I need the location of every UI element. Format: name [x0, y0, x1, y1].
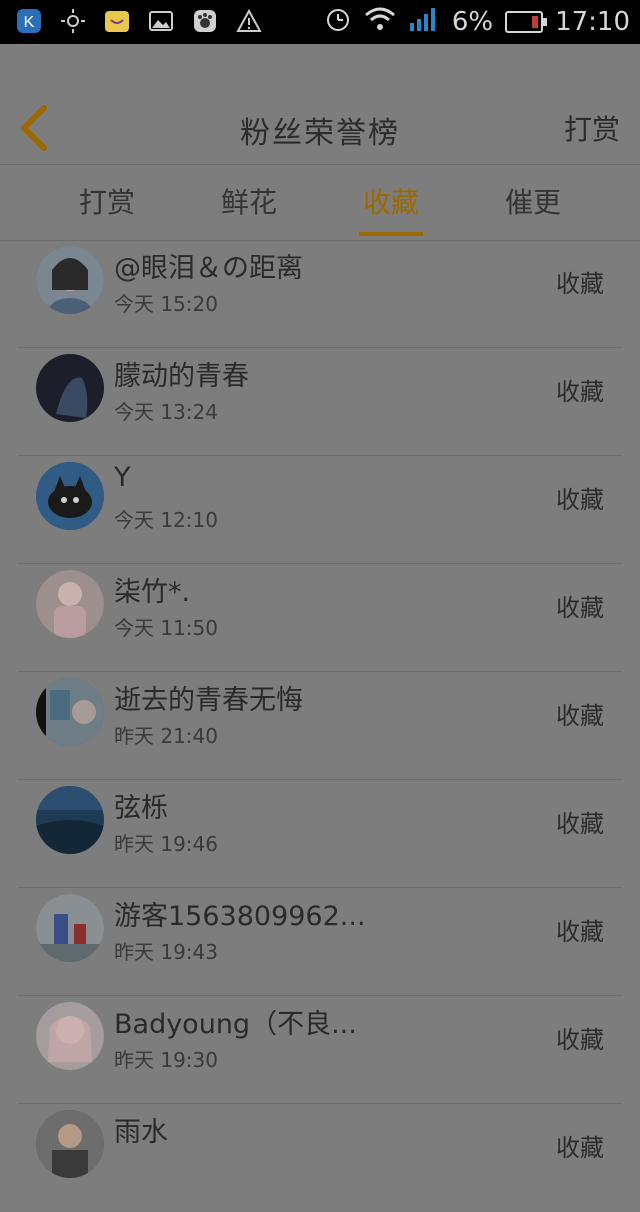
avatar [36, 894, 104, 962]
action-label: 收藏 [556, 1134, 604, 1162]
tab-bar: 打赏 鲜花 收藏 催更 [0, 164, 640, 240]
alarm-icon [324, 5, 352, 40]
list-item[interactable]: 弦栎 昨天 19:46 收藏 [0, 780, 640, 888]
timestamp: 今天 12:10 [114, 508, 218, 532]
tab-label: 打赏 [78, 186, 135, 219]
avatar [36, 354, 104, 422]
reward-button[interactable]: 打赏 [564, 108, 620, 148]
app-store-icon [102, 6, 132, 36]
action-label: 收藏 [556, 702, 604, 730]
tab-urge-update[interactable]: 催更 [501, 164, 565, 240]
list-item[interactable]: 逝去的青春无悔 昨天 21:40 收藏 [0, 672, 640, 780]
user-name: 游客1563809962... [114, 901, 366, 932]
avatar [36, 1002, 104, 1070]
timestamp: 昨天 19:43 [114, 940, 218, 964]
user-name: 弦栎 [114, 793, 168, 824]
fan-list: @眼泪＆の距离 今天 15:20 收藏 朦动的青春 今天 13:24 收藏 Y … [0, 240, 640, 1212]
tab-favorites[interactable]: 收藏 [358, 164, 423, 240]
tab-label: 收藏 [362, 186, 419, 219]
avatar [36, 1110, 104, 1178]
svg-text:K: K [24, 14, 35, 31]
user-name: 雨水 [114, 1117, 168, 1148]
action-label: 收藏 [556, 1026, 604, 1054]
avatar [36, 462, 104, 530]
avatar [36, 570, 104, 638]
timestamp: 今天 15:20 [114, 292, 218, 316]
avatar [36, 678, 104, 746]
user-name: @眼泪＆の距离 [114, 253, 303, 284]
brightness-icon [58, 6, 88, 36]
avatar [36, 246, 104, 314]
tab-flowers[interactable]: 鲜花 [217, 164, 281, 240]
tab-reward[interactable]: 打赏 [75, 164, 139, 240]
wifi-icon [364, 6, 396, 39]
notification-icons: K [14, 6, 264, 36]
action-label: 收藏 [556, 270, 604, 298]
action-label: 收藏 [556, 810, 604, 838]
timestamp: 昨天 19:30 [114, 1048, 218, 1072]
battery-percent: 6% [451, 7, 494, 37]
page-title: 粉丝荣誉榜 [240, 116, 400, 151]
signal-icon [408, 5, 440, 40]
timestamp: 昨天 21:40 [114, 724, 218, 748]
action-label: 收藏 [556, 378, 604, 406]
list-item[interactable]: Badyoung（不良... 昨天 19:30 收藏 [0, 996, 640, 1104]
title-bar: 粉丝荣誉榜 打赏 [0, 44, 640, 164]
status-bar: K 6% 17:10 [0, 0, 640, 44]
user-name: 柒竹*. [114, 577, 191, 608]
timestamp: 今天 13:24 [114, 400, 218, 424]
battery-icon [505, 11, 548, 33]
action-label: 收藏 [556, 918, 604, 946]
user-name: Y [114, 462, 131, 493]
timestamp: 昨天 19:46 [114, 832, 218, 856]
timestamp: 今天 11:50 [114, 616, 218, 640]
list-item[interactable]: @眼泪＆の距离 今天 15:20 收藏 [0, 240, 640, 348]
list-item[interactable]: 游客1563809962... 昨天 19:43 收藏 [0, 888, 640, 996]
clock: 17:10 [555, 7, 630, 37]
tab-label: 鲜花 [220, 186, 277, 219]
list-item[interactable]: 柒竹*. 今天 11:50 收藏 [0, 564, 640, 672]
action-label: 收藏 [556, 594, 604, 622]
tab-label: 催更 [504, 186, 561, 219]
avatar [36, 786, 104, 854]
system-status: 6% 17:10 [324, 4, 630, 40]
list-item[interactable]: Y 今天 12:10 收藏 [0, 456, 640, 564]
action-label: 收藏 [556, 486, 604, 514]
user-name: 逝去的青春无悔 [114, 685, 303, 716]
app-k-icon: K [14, 6, 44, 36]
user-name: 朦动的青春 [114, 361, 249, 392]
active-tab-indicator [358, 232, 423, 236]
warning-icon [234, 6, 264, 36]
gallery-icon [146, 6, 176, 36]
list-item[interactable]: 雨水 收藏 [0, 1104, 640, 1212]
user-name: Badyoung（不良... [114, 1009, 357, 1040]
list-item[interactable]: 朦动的青春 今天 13:24 收藏 [0, 348, 640, 456]
paw-app-icon [190, 6, 220, 36]
